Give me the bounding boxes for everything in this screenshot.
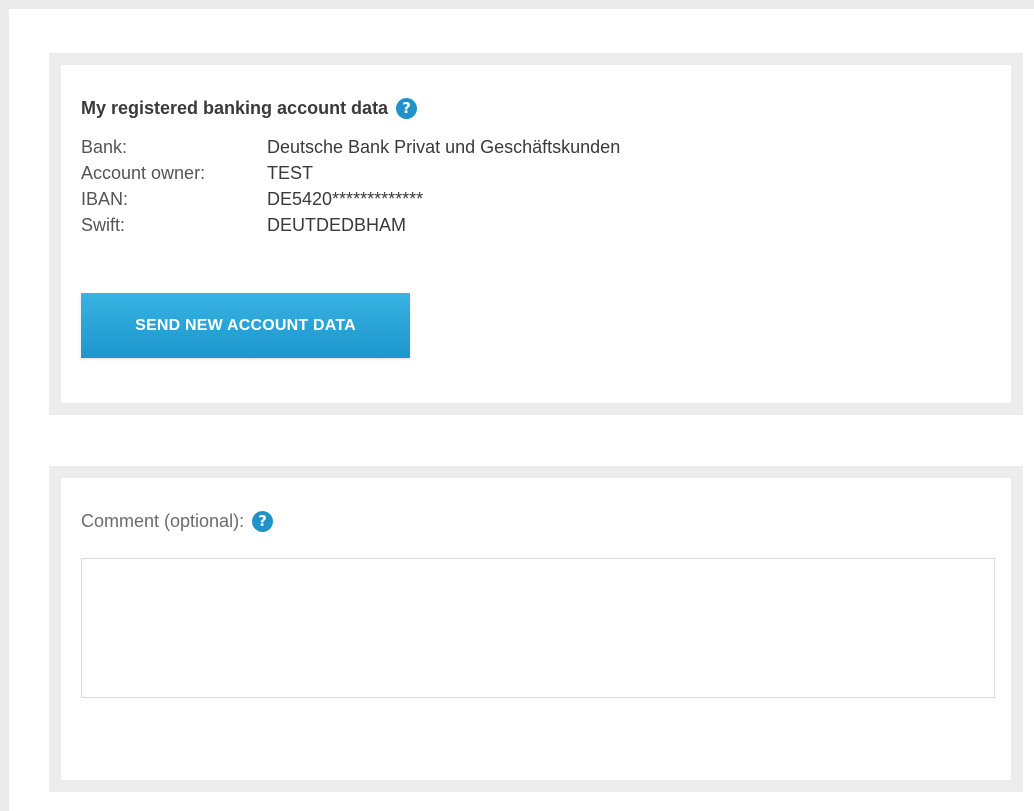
bank-value: Deutsche Bank Privat und Geschäftskunden: [267, 137, 621, 157]
iban-label: IBAN:: [81, 189, 129, 209]
question-circle-icon[interactable]: ?: [252, 511, 274, 532]
question-circle-icon[interactable]: ?: [396, 98, 418, 119]
comment-panel: Comment (optional): ?: [49, 466, 1023, 792]
iban-value: DE5420*************: [267, 189, 424, 209]
swift-value: DEUTDEDBHAM: [267, 215, 407, 235]
send-new-account-data-button[interactable]: SEND NEW ACCOUNT DATA: [81, 293, 410, 358]
iban-row: IBAN: DE5420*************: [81, 186, 620, 212]
account-owner-row: Account owner: TEST: [81, 160, 620, 186]
account-owner-value: TEST: [267, 163, 314, 183]
account-owner-label: Account owner:: [81, 163, 206, 183]
page-frame: My registered banking account data ? Ban…: [0, 0, 1034, 811]
swift-row: Swift: DEUTDEDBHAM: [81, 212, 620, 238]
banking-heading: My registered banking account data ?: [81, 98, 418, 119]
comment-input[interactable]: [81, 558, 995, 698]
swift-label: Swift:: [81, 215, 126, 235]
banking-details: Bank: Deutsche Bank Privat und Geschäfts…: [81, 134, 620, 238]
comment-label-text: Comment (optional):: [81, 511, 245, 531]
comment-label: Comment (optional): ?: [81, 511, 274, 532]
bank-label: Bank:: [81, 137, 128, 157]
bank-row: Bank: Deutsche Bank Privat und Geschäfts…: [81, 134, 620, 160]
banking-account-panel: My registered banking account data ? Ban…: [49, 53, 1023, 415]
banking-heading-text: My registered banking account data: [81, 98, 389, 118]
